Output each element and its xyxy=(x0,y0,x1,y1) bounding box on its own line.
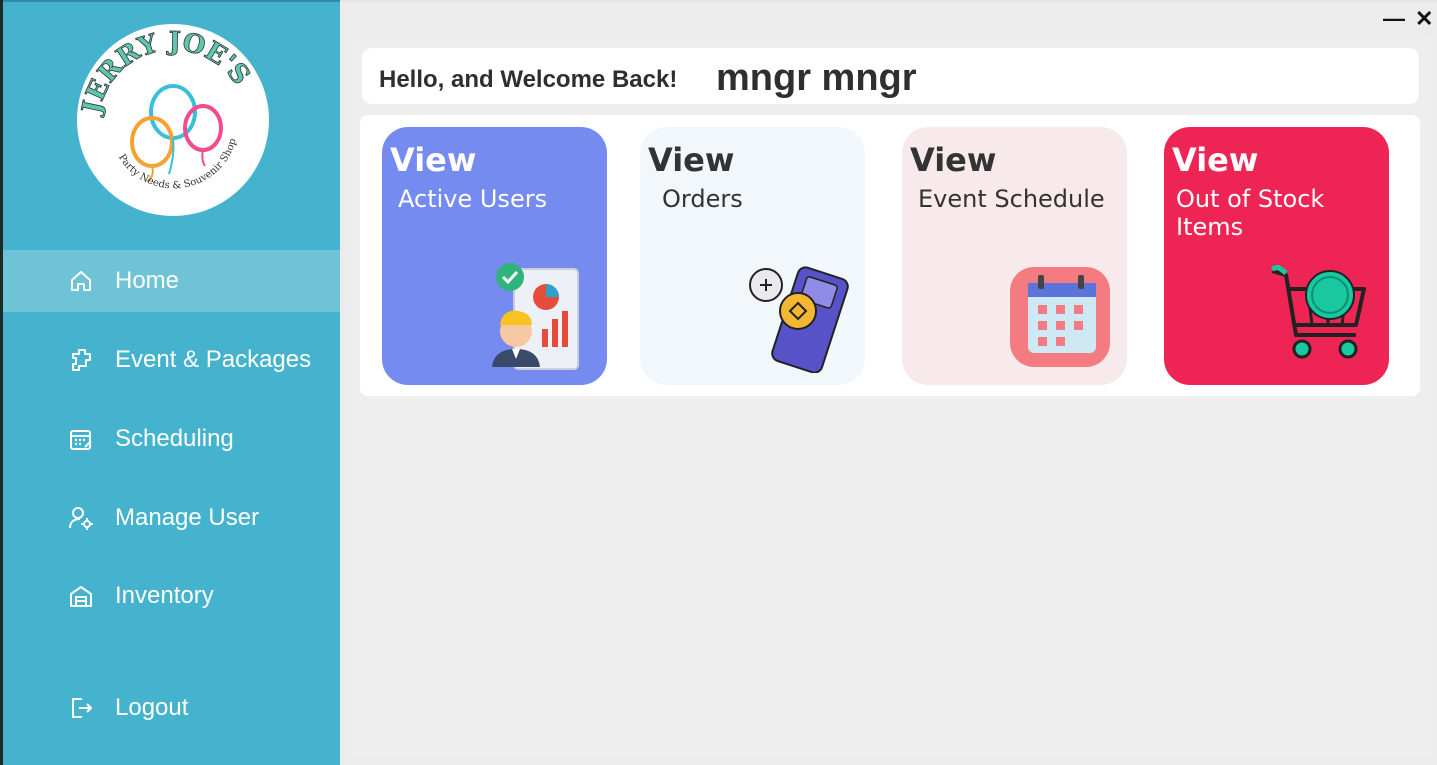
sidebar-item-scheduling[interactable]: Scheduling xyxy=(3,408,340,470)
card-title: Active Users xyxy=(398,185,548,213)
sidebar-item-event-packages[interactable]: Event & Packages xyxy=(3,329,340,391)
sidebar-item-label: Event & Packages xyxy=(115,346,312,373)
user-gear-icon xyxy=(69,507,93,530)
content-panel: Hello, and Welcome Back! mngr mngr View … xyxy=(352,37,1430,759)
card-title: Orders xyxy=(662,185,743,213)
minimize-button[interactable]: — xyxy=(1383,6,1405,32)
user-report-icon xyxy=(492,263,579,370)
logout-label: Logout xyxy=(115,694,189,721)
sidebar-item-label: Manage User xyxy=(115,504,260,531)
username-label: mngr mngr xyxy=(716,57,917,99)
home-icon xyxy=(71,271,91,291)
card-active-users[interactable]: View Active Users xyxy=(382,127,607,385)
sidebar: JERRY JOE'S Party Needs & Souvenir Shop … xyxy=(3,0,340,765)
close-button[interactable]: ✕ xyxy=(1415,6,1433,32)
sidebar-item-label: Scheduling xyxy=(115,425,234,452)
logout-icon xyxy=(72,698,92,718)
card-title: Event Schedule xyxy=(918,185,1105,213)
warehouse-icon xyxy=(70,586,92,607)
calendar-icon xyxy=(70,430,92,450)
card-out-of-stock[interactable]: View Out of Stock Items xyxy=(1164,127,1389,385)
sidebar-item-label: Home xyxy=(115,267,180,294)
package-icon xyxy=(72,349,91,371)
dashboard-cards: View Active Users View Orders View Event… xyxy=(360,115,1420,396)
card-view-label: View xyxy=(1172,141,1259,179)
card-view-label: View xyxy=(910,141,997,179)
card-title: Out of Stock Items xyxy=(1176,185,1325,241)
welcome-greeting: Hello, and Welcome Back! xyxy=(379,66,678,93)
sidebar-item-home[interactable]: Home xyxy=(3,250,340,312)
card-event-schedule[interactable]: View Event Schedule xyxy=(902,127,1127,385)
calendar-icon xyxy=(1010,267,1110,367)
brand-logo: JERRY JOE'S Party Needs & Souvenir Shop xyxy=(77,24,269,216)
payment-terminal-icon xyxy=(749,266,849,373)
card-view-label: View xyxy=(390,141,477,179)
main-area: — ✕ Hello, and Welcome Back! mngr mngr V… xyxy=(340,2,1437,765)
card-orders[interactable]: View Orders xyxy=(640,127,865,385)
sidebar-item-manage-user[interactable]: Manage User xyxy=(3,487,340,549)
card-view-label: View xyxy=(648,141,735,179)
window-titlebar: — ✕ xyxy=(340,2,1437,34)
sold-out-cart-icon xyxy=(1271,265,1366,359)
logout-button[interactable]: Logout xyxy=(3,677,340,739)
welcome-banner: Hello, and Welcome Back! mngr mngr xyxy=(362,48,1419,104)
sidebar-item-label: Inventory xyxy=(115,582,214,609)
sidebar-item-inventory[interactable]: Inventory xyxy=(3,565,340,627)
